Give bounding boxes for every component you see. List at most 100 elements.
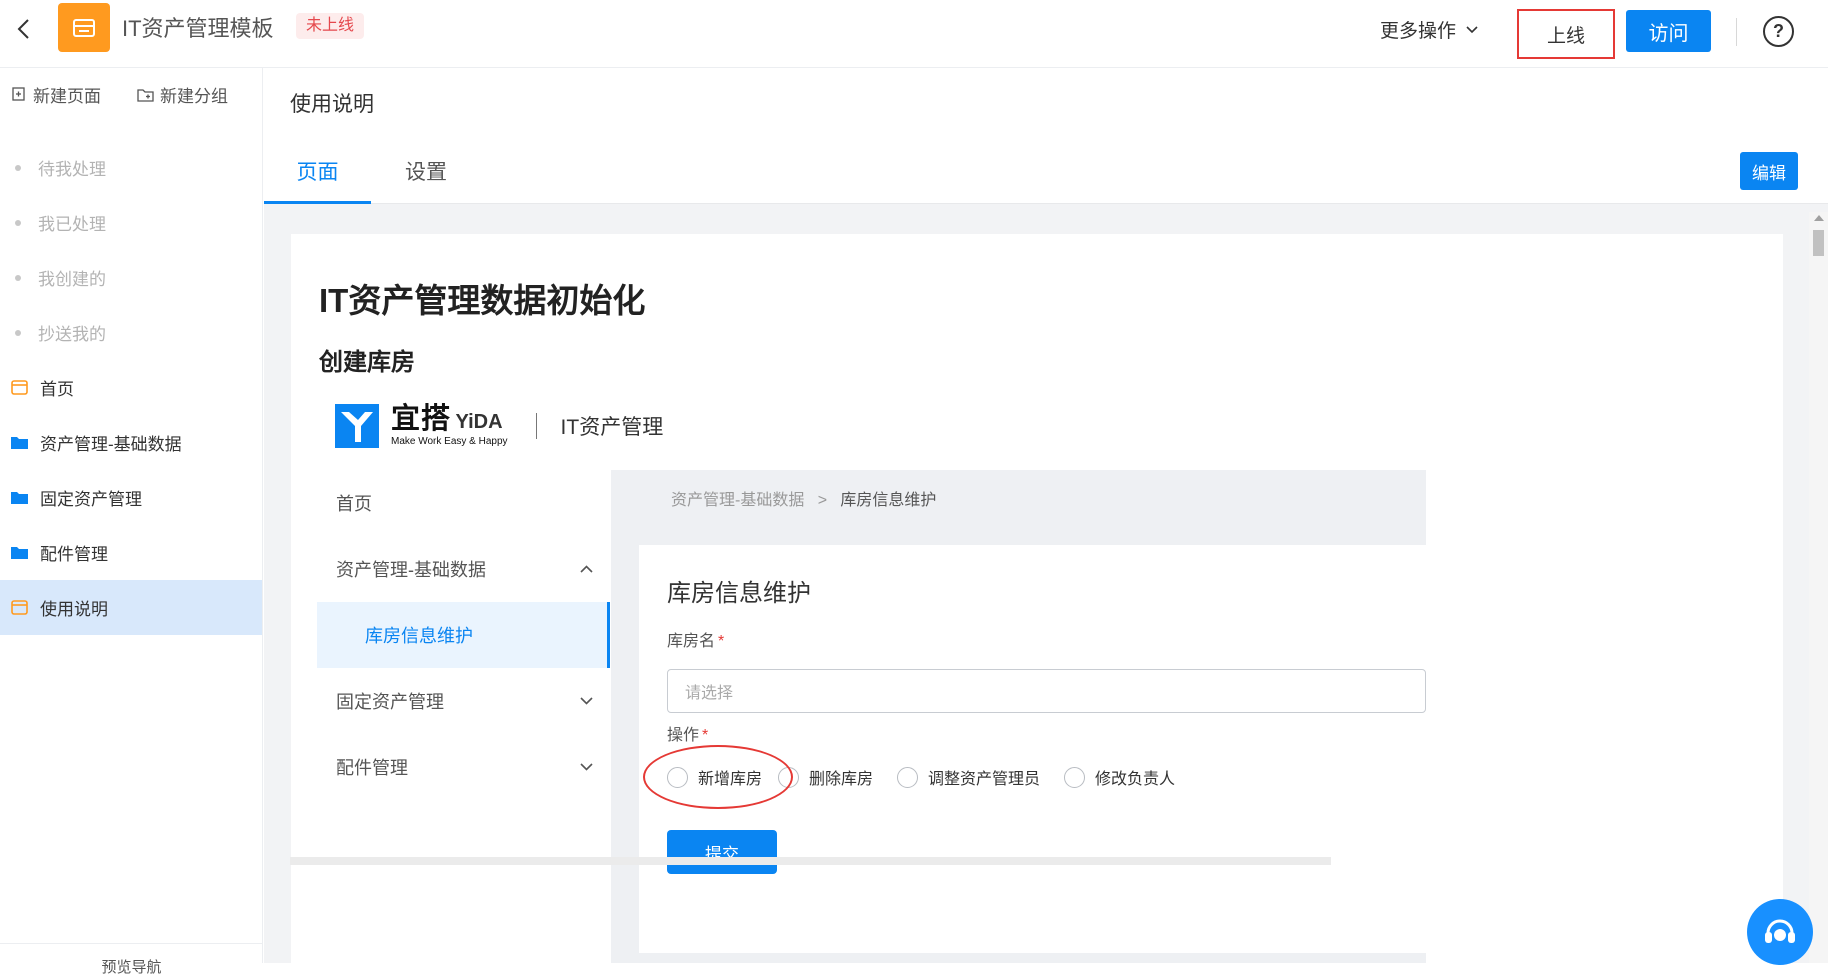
more-operations-label: 更多操作 [1380,21,1457,42]
tab-page[interactable]: 页面 [264,156,371,204]
nav-label: 首页 [336,494,372,514]
sidebar-item-label: 使用说明 [40,600,108,619]
radio-change-owner: 修改负责人 [1064,765,1175,789]
warehouse-select: 请选择 [667,669,1426,713]
sidebar-item-home[interactable]: 首页 [0,360,262,415]
preview-navigation[interactable]: 预览导航 [0,943,263,976]
embedded-nav-home: 首页 [317,470,610,536]
nav-label: 库房信息维护 [365,626,473,646]
embedded-nav-fixed-assets: 固定资产管理 [317,668,610,734]
nav-label: 资产管理-基础数据 [336,560,486,580]
sidebar: 新建页面 新建分组 待我处理 我已处理 我创建的 抄送我的 首页 资产管理-基础… [0,68,263,976]
vertical-scrollbar[interactable] [1809,212,1828,963]
embedded-app-name: IT资产管理 [560,416,664,439]
embedded-screenshot: 宜搭 YiDA Make Work Easy & Happy IT资产管理 首页… [317,394,1426,963]
sidebar-item-processed[interactable]: 我已处理 [0,195,262,250]
radio-label: 修改负责人 [1095,771,1176,788]
bullet-icon [15,274,21,281]
content-heading: IT资产管理数据初始化 [319,282,646,319]
sidebar-item-label: 配件管理 [40,545,108,564]
breadcrumb-parent: 资产管理-基础数据 [671,492,805,509]
scroll-up-icon[interactable] [1814,215,1824,221]
edit-button[interactable]: 编辑 [1740,152,1798,190]
radio-adjust-admin: 调整资产管理员 [897,765,1040,789]
sidebar-item-label: 首页 [40,380,74,399]
status-badge: 未上线 [296,13,365,39]
sidebar-item-parts[interactable]: 配件管理 [0,525,262,580]
highlight-circle [643,745,793,809]
sidebar-item-label: 我创建的 [38,270,106,289]
horizontal-scrollbar[interactable] [290,857,1331,865]
operation-radio-group: 新增库房 删除库房 调整资产管理员 修改负责人 [643,745,1175,809]
warehouse-label: 库房名 * [667,627,724,651]
visit-button[interactable]: 访问 [1626,10,1711,52]
main-header: 使用说明 页面 设置 编辑 [264,68,1828,204]
sidebar-item-label: 抄送我的 [38,325,106,344]
logo-en: YiDA [455,411,503,433]
operation-label-text: 操作 [667,727,700,744]
embedded-nav-warehouse: 库房信息维护 [317,602,610,668]
content-card: IT资产管理数据初始化 创建库房 宜搭 YiDA Make Work Easy … [291,234,1783,963]
sidebar-item-created[interactable]: 我创建的 [0,250,262,305]
embedded-nav-parts: 配件管理 [317,734,610,800]
radio-label: 调整资产管理员 [928,771,1041,788]
page-icon [11,380,28,395]
page-icon [11,600,28,615]
yida-logo-icon [335,404,379,448]
sidebar-item-cc[interactable]: 抄送我的 [0,305,262,360]
sidebar-item-pending[interactable]: 待我处理 [0,140,262,195]
page-title: 使用说明 [290,93,374,116]
form-card: 库房信息维护 库房名 * 请选择 操作 * 新增库房 删除库房 调整资产管理员 修改… [639,545,1426,953]
sidebar-item-instructions[interactable]: 使用说明 [0,580,262,635]
main-area: 使用说明 页面 设置 编辑 IT资产管理数据初始化 创建库房 宜搭 YiDA M… [264,68,1828,963]
back-icon[interactable] [8,14,38,44]
logo-divider [535,413,537,439]
warehouse-label-text: 库房名 [667,633,716,650]
sidebar-item-label: 资产管理-基础数据 [40,435,182,454]
more-operations-menu[interactable]: 更多操作 [1380,16,1478,43]
chevron-down-icon [1466,25,1478,33]
divider [1736,18,1737,46]
sidebar-item-label: 待我处理 [38,160,106,179]
sidebar-item-label: 固定资产管理 [40,490,142,509]
yida-logo: 宜搭 YiDA Make Work Easy & Happy IT资产管理 [335,404,663,448]
sidebar-item-asset-basic[interactable]: 资产管理-基础数据 [0,415,262,470]
chevron-down-icon [580,763,593,771]
nav-label: 配件管理 [336,758,408,778]
new-page-button[interactable]: 新建页面 [11,82,101,107]
new-page-label: 新建页面 [33,86,101,106]
folder-icon [11,492,28,504]
folder-icon [11,547,28,559]
breadcrumb-current: 库房信息维护 [840,492,937,509]
bullet-icon [15,219,21,226]
embedded-content: 资产管理-基础数据 > 库房信息维护 库房信息维护 库房名 * 请选择 操作 * 新… [611,470,1426,963]
radio-add-warehouse: 新增库房 [643,745,793,809]
headset-icon [1765,919,1795,943]
content-subheading: 创建库房 [319,349,415,376]
help-icon[interactable]: ? [1763,16,1794,47]
required-mark: * [702,727,709,744]
top-bar: IT资产管理模板 未上线 更多操作 上线 访问 ? [0,0,1828,68]
scrollbar-thumb[interactable] [1813,230,1824,256]
sidebar-item-fixed-assets[interactable]: 固定资产管理 [0,470,262,525]
sidebar-actions: 新建页面 新建分组 [0,68,262,120]
customer-service-button[interactable] [1747,899,1813,965]
tab-settings[interactable]: 设置 [371,156,481,204]
bullet-icon [15,329,21,336]
form-title: 库房信息维护 [667,580,811,607]
warehouse-placeholder: 请选择 [685,685,734,702]
chevron-up-icon [580,565,593,573]
new-folder-icon [137,88,154,102]
folder-icon [11,437,28,449]
breadcrumb: 资产管理-基础数据 > 库房信息维护 [671,486,936,510]
new-group-button[interactable]: 新建分组 [137,82,228,107]
nav-label: 固定资产管理 [336,692,444,712]
radio-label: 删除库房 [809,771,874,788]
online-button[interactable]: 上线 [1517,9,1615,59]
breadcrumb-separator: > [817,492,828,509]
new-page-icon [12,87,25,101]
embedded-nav: 首页 资产管理-基础数据 库房信息维护 固定资产管理 配件管理 [317,470,610,963]
app-title: IT资产管理模板 [122,16,274,41]
preview-navigation-label: 预览导航 [101,959,162,976]
operation-label: 操作 * [667,721,708,745]
